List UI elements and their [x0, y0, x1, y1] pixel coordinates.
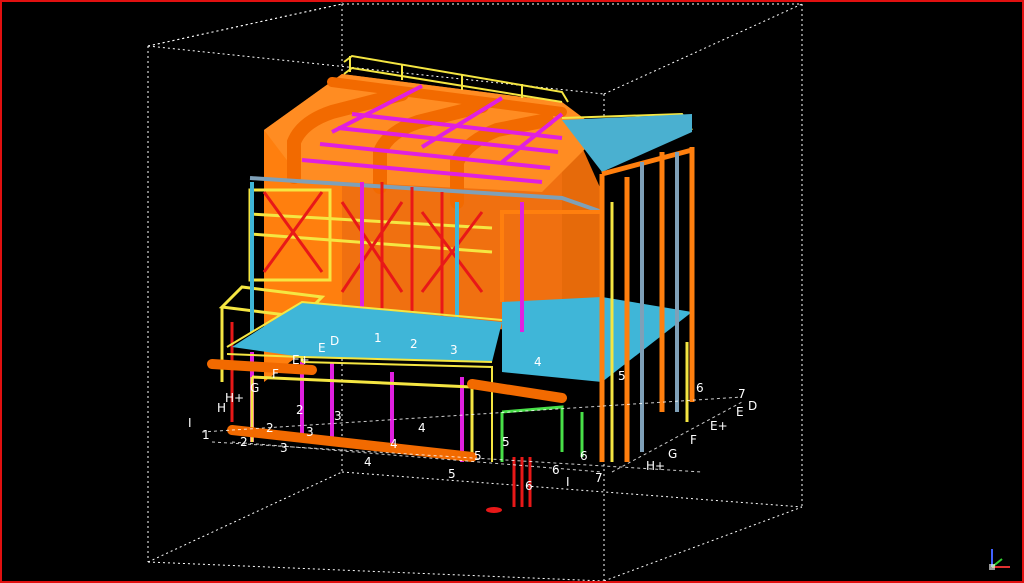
xyz-triad-icon: [989, 549, 1010, 570]
grid-label: 3: [334, 409, 342, 423]
grid-label: 3: [306, 425, 314, 439]
grid-label: 3: [450, 343, 458, 357]
grid-label: 6: [580, 449, 588, 463]
grid-label: 5: [502, 435, 510, 449]
grid-label: 2: [266, 421, 274, 435]
grid-label: 1: [202, 428, 210, 442]
3d-viewport[interactable]: 1 2 3 4 5 6 7 2 3 4 5 6 6 5 4 3 2 D E E+…: [0, 0, 1024, 583]
grid-label: 2: [296, 403, 304, 417]
grid-label: 4: [534, 355, 542, 369]
grid-label: 5: [448, 467, 456, 481]
grid-label: G: [250, 381, 259, 395]
grid-label: 6: [525, 479, 533, 493]
grid-label: 2: [240, 435, 248, 449]
grid-label: E: [318, 341, 326, 355]
model-scene[interactable]: 1 2 3 4 5 6 7 2 3 4 5 6 6 5 4 3 2 D E E+…: [2, 2, 1022, 581]
grid-label: 3: [280, 441, 288, 455]
grid-label: 4: [418, 421, 426, 435]
ground-marker: [486, 507, 502, 513]
grid-label: H+: [225, 391, 244, 405]
grid-label: 4: [364, 455, 372, 469]
grid-label: 5: [618, 369, 626, 383]
grid-label: I: [188, 416, 192, 430]
grid-label: E: [736, 405, 744, 419]
grid-label: 6: [696, 381, 704, 395]
grid-label: 6: [552, 463, 560, 477]
grid-label: E+: [292, 353, 310, 367]
grid-label: 1: [374, 331, 382, 345]
grid-label: E+: [710, 419, 728, 433]
grid-label: H+: [646, 459, 665, 473]
grid-label: D: [748, 399, 757, 413]
grid-label: 2: [410, 337, 418, 351]
grid-label: 7: [595, 471, 603, 485]
grid-label: F: [272, 367, 279, 381]
grid-label: G: [668, 447, 677, 461]
grid-label: I: [566, 475, 570, 489]
grid-label: D: [330, 334, 339, 348]
grid-label: 7: [738, 387, 746, 401]
grid-label: 4: [390, 437, 398, 451]
grid-label: 5: [474, 449, 482, 463]
grid-label: F: [690, 433, 697, 447]
